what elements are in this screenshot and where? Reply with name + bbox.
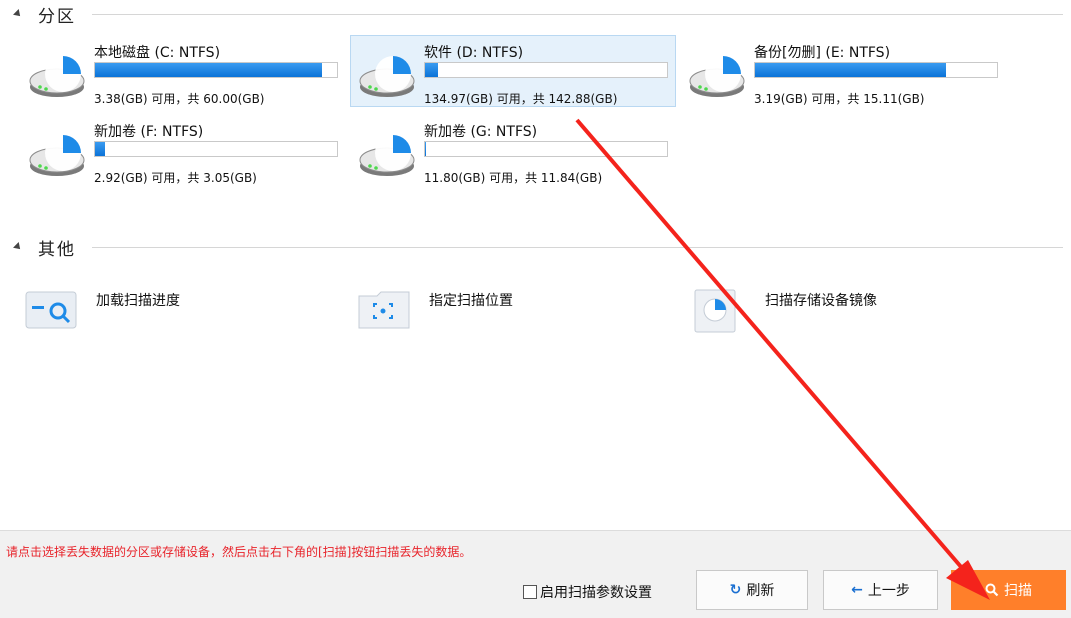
other-item-label: 指定扫描位置 [429,293,513,309]
collapse-triangle-icon[interactable] [13,9,23,19]
refresh-label: 刷新 [746,583,775,599]
partition-capacity: 3.38(GB) 可用，共 60.00(GB) [94,92,265,106]
partition-capacity: 3.19(GB) 可用，共 15.11(GB) [754,92,925,106]
footer-bar: 请点击选择丢失数据的分区或存储设备，然后点击右下角的[扫描]按钮扫描丢失的数据。… [0,530,1071,618]
partition-capacity: 2.92(GB) 可用，共 3.05(GB) [94,171,257,185]
scan-disk-image-item[interactable]: 扫描存储设备镜像 [693,288,1013,344]
partition-name: 本地磁盘 (C: NTFS) [94,45,221,61]
partitions-section-header[interactable]: 分区 [0,2,1071,27]
back-label: 上一步 [867,583,910,599]
section-divider [92,14,1063,15]
partition-item-f[interactable]: 新加卷 (F: NTFS) 2.92(GB) 可用，共 3.05(GB) [20,114,346,186]
partition-capacity: 11.80(GB) 可用，共 11.84(GB) [424,171,603,185]
usage-bar-fill [755,63,947,77]
partition-item-c[interactable]: 本地磁盘 (C: NTFS) 3.38(GB) 可用，共 60.00(GB) [20,35,346,107]
usage-bar [424,62,668,78]
partition-name: 软件 (D: NTFS) [424,45,524,61]
refresh-icon: ↻ [729,582,742,598]
hard-drive-icon [29,135,85,176]
hard-drive-icon [359,56,415,97]
hard-drive-icon [29,56,85,97]
usage-bar-fill [95,142,106,156]
usage-bar [424,141,668,157]
arrow-left-icon: ← [851,582,863,598]
refresh-button[interactable]: ↻ 刷新 [696,570,808,610]
disk-image-icon [694,289,736,333]
checkbox-label: 启用扫描参数设置 [540,585,652,601]
usage-bar-fill [425,63,439,77]
section-divider [92,247,1063,248]
search-icon [985,583,999,597]
partition-name: 新加卷 (F: NTFS) [94,124,204,140]
partition-item-e[interactable]: 备份[勿删] (E: NTFS) 3.19(GB) 可用，共 15.11(GB) [680,35,1006,107]
partition-name: 新加卷 (G: NTFS) [424,124,538,140]
partition-item-g[interactable]: 新加卷 (G: NTFS) 11.80(GB) 可用，共 11.84(GB) [350,114,676,186]
partition-capacity: 134.97(GB) 可用，共 142.88(GB) [424,92,618,106]
partition-name: 备份[勿删] (E: NTFS) [754,45,891,61]
usage-bar [754,62,998,78]
partition-item-d[interactable]: 软件 (D: NTFS) 134.97(GB) 可用，共 142.88(GB) [350,35,676,107]
scan-label: 扫描 [1004,583,1032,599]
other-item-label: 扫描存储设备镜像 [765,293,877,309]
checkbox-box[interactable] [523,585,537,599]
hard-drive-icon [359,135,415,176]
other-section-title: 其他 [38,239,76,260]
load-progress-icon [25,291,77,329]
usage-bar-fill [425,142,426,156]
other-section-header[interactable]: 其他 [0,235,1071,260]
load-scan-progress-item[interactable]: 加载扫描进度 [24,288,344,344]
usage-bar [94,62,338,78]
folder-target-icon [358,291,410,329]
usage-bar-fill [95,63,323,77]
back-button[interactable]: ← 上一步 [823,570,938,610]
collapse-triangle-icon[interactable] [13,242,23,252]
instruction-hint: 请点击选择丢失数据的分区或存储设备，然后点击右下角的[扫描]按钮扫描丢失的数据。 [6,545,472,559]
partitions-section-title: 分区 [38,6,76,27]
scan-button[interactable]: 扫描 [951,570,1066,610]
usage-bar [94,141,338,157]
hard-drive-icon [689,56,745,97]
other-item-label: 加载扫描进度 [96,293,180,309]
specify-scan-location-item[interactable]: 指定扫描位置 [357,288,677,344]
scan-params-checkbox[interactable]: 启用扫描参数设置 [523,582,652,602]
